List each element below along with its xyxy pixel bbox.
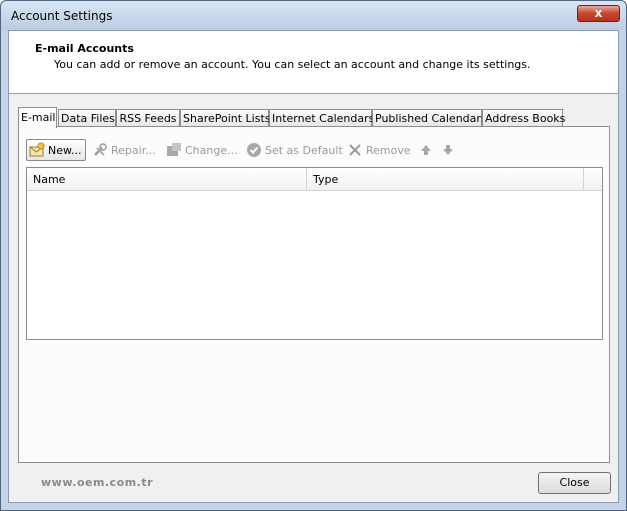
tab-sharepoint-lists[interactable]: SharePoint Lists <box>180 109 271 127</box>
account-toolbar: New... Repair... Change... Set as Defaul… <box>26 139 602 161</box>
change-icon <box>166 142 182 158</box>
set-default-icon <box>246 142 262 158</box>
dialog-client-area: E-mail Accounts You can add or remove an… <box>8 30 619 503</box>
new-account-label: New... <box>48 143 82 157</box>
tab-email[interactable]: E-mail <box>18 107 57 128</box>
set-default-label: Set as Default <box>265 143 343 157</box>
repair-button[interactable]: Repair... <box>92 139 156 161</box>
repair-label: Repair... <box>111 143 156 157</box>
dialog-header: E-mail Accounts You can add or remove an… <box>9 31 618 94</box>
watermark: www.oem.com.tr <box>41 476 154 489</box>
move-up-button[interactable] <box>418 139 437 161</box>
new-account-button[interactable]: New... <box>26 139 86 161</box>
tab-published-calendars[interactable]: Published Calendars <box>372 109 487 127</box>
tab-rss-feeds[interactable]: RSS Feeds <box>116 109 180 127</box>
column-header-filler <box>584 168 602 191</box>
remove-button[interactable]: Remove <box>347 139 411 161</box>
change-button[interactable]: Change... <box>166 139 238 161</box>
header-description: You can add or remove an account. You ca… <box>54 58 531 71</box>
tab-strip: E-mail Data Files RSS Feeds SharePoint L… <box>18 107 612 128</box>
account-settings-window: Account Settings x E-mail Accounts You c… <box>0 0 627 511</box>
tab-internet-calendars[interactable]: Internet Calendars <box>269 109 374 127</box>
tab-address-books[interactable]: Address Books <box>482 109 565 127</box>
move-down-icon <box>440 142 456 158</box>
column-header-name[interactable]: Name <box>27 168 307 191</box>
repair-icon <box>92 142 108 158</box>
header-title: E-mail Accounts <box>35 42 134 55</box>
move-up-icon <box>418 142 434 158</box>
change-label: Change... <box>185 143 238 157</box>
close-icon: x <box>594 6 603 20</box>
window-title: Account Settings <box>11 9 113 23</box>
close-button[interactable]: Close <box>538 472 611 494</box>
remove-icon <box>347 142 363 158</box>
column-header-type[interactable]: Type <box>307 168 584 191</box>
remove-label: Remove <box>366 143 411 157</box>
window-close-button[interactable]: x <box>577 5 620 22</box>
accounts-list[interactable]: Name Type <box>26 167 603 340</box>
set-default-button[interactable]: Set as Default <box>246 139 343 161</box>
move-down-button[interactable] <box>440 139 459 161</box>
accounts-list-header: Name Type <box>27 168 602 191</box>
title-bar[interactable]: Account Settings x <box>1 1 626 30</box>
tab-data-files[interactable]: Data Files <box>58 109 116 127</box>
new-account-icon <box>29 142 45 158</box>
email-tab-panel: New... Repair... Change... Set as Defaul… <box>18 126 610 463</box>
